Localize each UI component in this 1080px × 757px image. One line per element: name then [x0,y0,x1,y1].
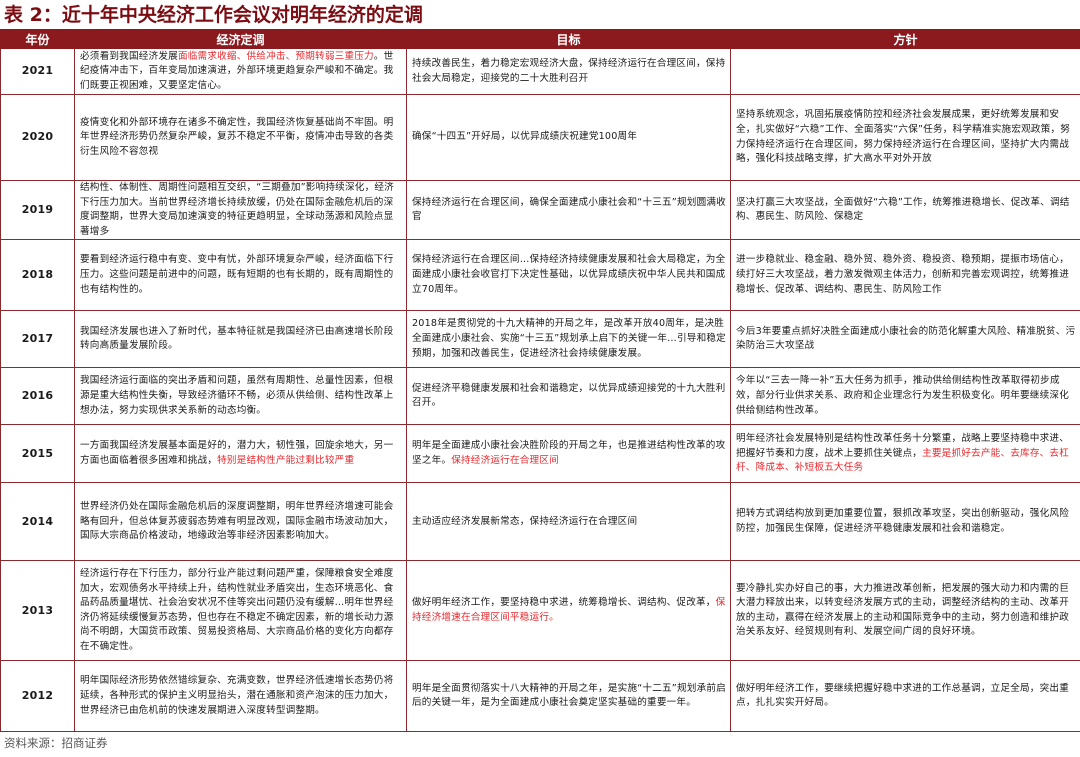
table-row: 2020 疫情变化和外部环境存在诸多不确定性，我国经济恢复基础尚不牢固。明年世界经… [0,94,1080,181]
cell-policy: 坚持系统观念，巩固拓展疫情防控和经济社会发展成果，更好统筹发展和安全，扎实做好“… [730,94,1080,181]
table-row: 2021 必须看到我国经济发展面临需求收缩、供给冲击、预期转弱三重压力。世纪疫情冲… [0,48,1080,95]
cell-goal: 明年是全面建成小康社会决胜阶段的开局之年，也是推进结构性改革的攻坚之年。保持经济… [406,424,731,484]
economic-tone-table: 年份 经济定调 目标 方针 2021 必须看到我国经济发展面临需求收缩、供给冲击、… [0,31,1080,733]
table-row: 2012 明年国际经济形势依然错综复杂、充满变数，世界经济低速增长态势仍将延续，各… [0,660,1080,733]
cell-text: 进一步稳就业、稳金融、稳外贸、稳外资、稳投资、稳预期，提振市场信心，续打好三大攻… [736,254,1069,295]
cell-policy [730,48,1080,95]
cell-policy: 今年以“三去一降一补”五大任务为抓手，推动供给侧结构性改革取得初步成效，部分行业… [730,367,1080,426]
cell-goal: 持续改善民生，着力稳定宏观经济大盘，保持经济运行在合理区间，保持社会大局稳定，迎… [406,48,731,95]
cell-tone: 明年国际经济形势依然错综复杂、充满变数，世界经济低速增长态势仍将延续，各种形式的… [74,660,407,733]
cell-goal: 促进经济平稳健康发展和社会和谐稳定，以优异成绩迎接党的十九大胜利召开。 [406,367,731,426]
cell-year: 2019 [0,179,75,241]
cell-text: 要冷静扎实办好自己的事，大力推进改革创新，把发展的强大动力和内需的巨大潜力释放出… [736,582,1069,638]
cell-text: 保持经济运行在合理区间…保持经济持续健康发展和社会大局稳定，为全面建成小康社会收… [412,254,726,295]
cell-text: 明年国际经济形势依然错综复杂、充满变数，世界经济低速增长态势仍将延续，各种形式的… [80,675,394,716]
cell-year: 2020 [0,94,75,181]
cell-policy: 明年经济社会发展特别是结构性改革任务十分繁重，战略上要坚持稳中求进、把握好节奏和… [730,424,1080,484]
cell-text: 确保“十四五”开好局，以优异成绩庆祝建党100周年 [412,131,638,143]
cell-policy: 今后3年要重点抓好决胜全面建成小康社会的防范化解重大风险、精准脱贫、污染防治三大… [730,310,1080,369]
cell-policy: 做好明年经济工作，要继续把握好稳中求进的工作总基调，立足全局，突出重点，扎扎实实… [730,660,1080,733]
table-title: 表 2：近十年中央经济工作会议对明年经济的定调 [4,4,423,26]
cell-goal: 做好明年经济工作，要坚持稳中求进，统筹稳增长、调结构、促改革，保持经济增速在合理… [406,560,731,662]
cell-text: 促进经济平稳健康发展和社会和谐稳定，以优异成绩迎接党的十九大胜利召开。 [412,382,726,409]
cell-text: 今年以“三去一降一补”五大任务为抓手，推动供给侧结构性改革取得初步成效，部分行业… [736,375,1069,416]
cell-text: 我国经济发展也进入了新时代，基本特征就是我国经济已由高速增长阶段转向高质量发展阶… [80,325,394,352]
header-policy: 方针 [730,31,1080,49]
cell-tone: 世界经济仍处在国际金融危机后的深度调整期，明年世界经济增速可能会略有回升，但总体… [74,482,407,562]
cell-year: 2015 [0,424,75,484]
cell-text: 坚持系统观念，巩固拓展疫情防控和经济社会发展成果，更好统筹发展和安全，扎实做好“… [736,109,1071,165]
table-row: 2014 世界经济仍处在国际金融危机后的深度调整期，明年世界经济增速可能会略有回升… [0,482,1080,562]
highlighted-text: 保持经济运行在合理区间 [451,454,559,466]
cell-tone: 必须看到我国经济发展面临需求收缩、供给冲击、预期转弱三重压力。世纪疫情冲击下，百… [74,48,407,95]
cell-goal: 确保“十四五”开好局，以优异成绩庆祝建党100周年 [406,94,731,181]
cell-policy: 进一步稳就业、稳金融、稳外贸、稳外资、稳投资、稳预期，提振市场信心，续打好三大攻… [730,239,1080,312]
cell-text: 明年是全面贯彻落实十八大精神的开局之年，是实施“十二五”规划承前启后的关键一年，… [412,682,726,709]
cell-text: 做好明年经济工作，要继续把握好稳中求进的工作总基调，立足全局，突出重点，扎扎实实… [736,682,1069,709]
table-row: 2018 要看到经济运行稳中有变、变中有忧，外部环境复杂严峻，经济面临下行压力。这… [0,239,1080,312]
cell-text: 结构性、体制性、周期性问题相互交织，“三期叠加”影响持续深化，经济下行压力加大。… [80,182,394,237]
cell-year: 2017 [0,310,75,369]
source-note: 资料来源：招商证券 [4,736,108,750]
cell-text: 今后3年要重点抓好决胜全面建成小康社会的防范化解重大风险、精准脱贫、污染防治三大… [736,325,1076,352]
cell-tone: 结构性、体制性、周期性问题相互交织，“三期叠加”影响持续深化，经济下行压力加大。… [74,179,407,241]
cell-policy: 要冷静扎实办好自己的事，大力推进改革创新，把发展的强大动力和内需的巨大潜力释放出… [730,560,1080,662]
cell-text: 世界经济仍处在国际金融危机后的深度调整期，明年世界经济增速可能会略有回升，但总体… [80,500,394,542]
cell-text: 保持经济运行在合理区间，确保全面建成小康社会和“十三五”规划圆满收官 [412,196,726,223]
cell-goal: 保持经济运行在合理区间，确保全面建成小康社会和“十三五”规划圆满收官 [406,179,731,241]
cell-text: 经济运行存在下行压力，部分行业产能过剩问题严重，保障粮食安全难度加大，宏观债务水… [80,568,394,653]
cell-text: 主动适应经济发展新常态，保持经济运行在合理区间 [412,515,638,527]
table-row: 2019 结构性、体制性、周期性问题相互交织，“三期叠加”影响持续深化，经济下行压… [0,179,1080,241]
header-goal: 目标 [406,31,731,49]
cell-tone: 一方面我国经济发展基本面是好的，潜力大，韧性强，回旋余地大，另一方面也面临着很多… [74,424,407,484]
cell-text: 坚决打赢三大攻坚战，全面做好“六稳”工作，统筹推进稳增长、促改革、调结构、惠民生… [736,196,1070,223]
table-row: 2015 一方面我国经济发展基本面是好的，潜力大，韧性强，回旋余地大，另一方面也面… [0,424,1080,484]
table-row: 2013 经济运行存在下行压力，部分行业产能过剩问题严重，保障粮食安全难度加大，宏… [0,560,1080,662]
cell-text: 2018年是贯彻党的十九大精神的开局之年，是改革开放40周年，是决胜全面建成小康… [412,318,726,359]
cell-year: 2014 [0,482,75,562]
cell-text: 做好明年经济工作，要坚持稳中求进，统筹稳增长、调结构、促改革， [412,597,716,609]
cell-text: 我国经济运行面临的突出矛盾和问题，虽然有周期性、总量性因素，但根源是重大结构性失… [80,375,394,416]
cell-policy: 坚决打赢三大攻坚战，全面做好“六稳”工作，统筹推进稳增长、促改革、调结构、惠民生… [730,179,1080,241]
highlighted-text: 面临需求收缩、供给冲击、预期转弱三重压力 [177,50,374,62]
cell-goal: 明年是全面贯彻落实十八大精神的开局之年，是实施“十二五”规划承前启后的关键一年，… [406,660,731,733]
highlighted-text: 特别是结构性产能过剩比较严重 [217,454,355,466]
cell-policy: 把转方式调结构放到更加重要位置，狠抓改革攻坚，突出创新驱动，强化风险防控，加强民… [730,482,1080,562]
cell-tone: 疫情变化和外部环境存在诸多不确定性，我国经济恢复基础尚不牢固。明年世界经济形势仍… [74,94,407,181]
header-tone: 经济定调 [74,31,407,49]
cell-year: 2013 [0,560,75,662]
cell-year: 2012 [0,660,75,733]
cell-text: 把转方式调结构放到更加重要位置，狠抓改革攻坚，突出创新驱动，强化风险防控，加强民… [736,508,1069,534]
header-year: 年份 [0,31,75,49]
table-header-row: 年份 经济定调 目标 方针 [0,31,1080,49]
cell-text: 必须看到我国经济发展 [80,50,178,62]
cell-year: 2021 [0,48,75,95]
cell-goal: 2018年是贯彻党的十九大精神的开局之年，是改革开放40周年，是决胜全面建成小康… [406,310,731,369]
table-row: 2016 我国经济运行面临的突出矛盾和问题，虽然有周期性、总量性因素，但根源是重大… [0,367,1080,426]
cell-tone: 经济运行存在下行压力，部分行业产能过剩问题严重，保障粮食安全难度加大，宏观债务水… [74,560,407,662]
cell-goal: 主动适应经济发展新常态，保持经济运行在合理区间 [406,482,731,562]
cell-year: 2018 [0,239,75,312]
cell-goal: 保持经济运行在合理区间…保持经济持续健康发展和社会大局稳定，为全面建成小康社会收… [406,239,731,312]
cell-tone: 要看到经济运行稳中有变、变中有忧，外部环境复杂严峻，经济面临下行压力。这些问题是… [74,239,407,312]
table-row: 2017 我国经济发展也进入了新时代，基本特征就是我国经济已由高速增长阶段转向高质… [0,310,1080,369]
cell-year: 2016 [0,367,75,426]
cell-tone: 我国经济运行面临的突出矛盾和问题，虽然有周期性、总量性因素，但根源是重大结构性失… [74,367,407,426]
cell-text: 持续改善民生，着力稳定宏观经济大盘，保持经济运行在合理区间，保持社会大局稳定，迎… [412,57,726,84]
cell-text: 疫情变化和外部环境存在诸多不确定性，我国经济恢复基础尚不牢固。明年世界经济形势仍… [80,116,394,157]
cell-text: 要看到经济运行稳中有变、变中有忧，外部环境复杂严峻，经济面临下行压力。这些问题是… [80,254,394,295]
cell-tone: 我国经济发展也进入了新时代，基本特征就是我国经济已由高速增长阶段转向高质量发展阶… [74,310,407,369]
